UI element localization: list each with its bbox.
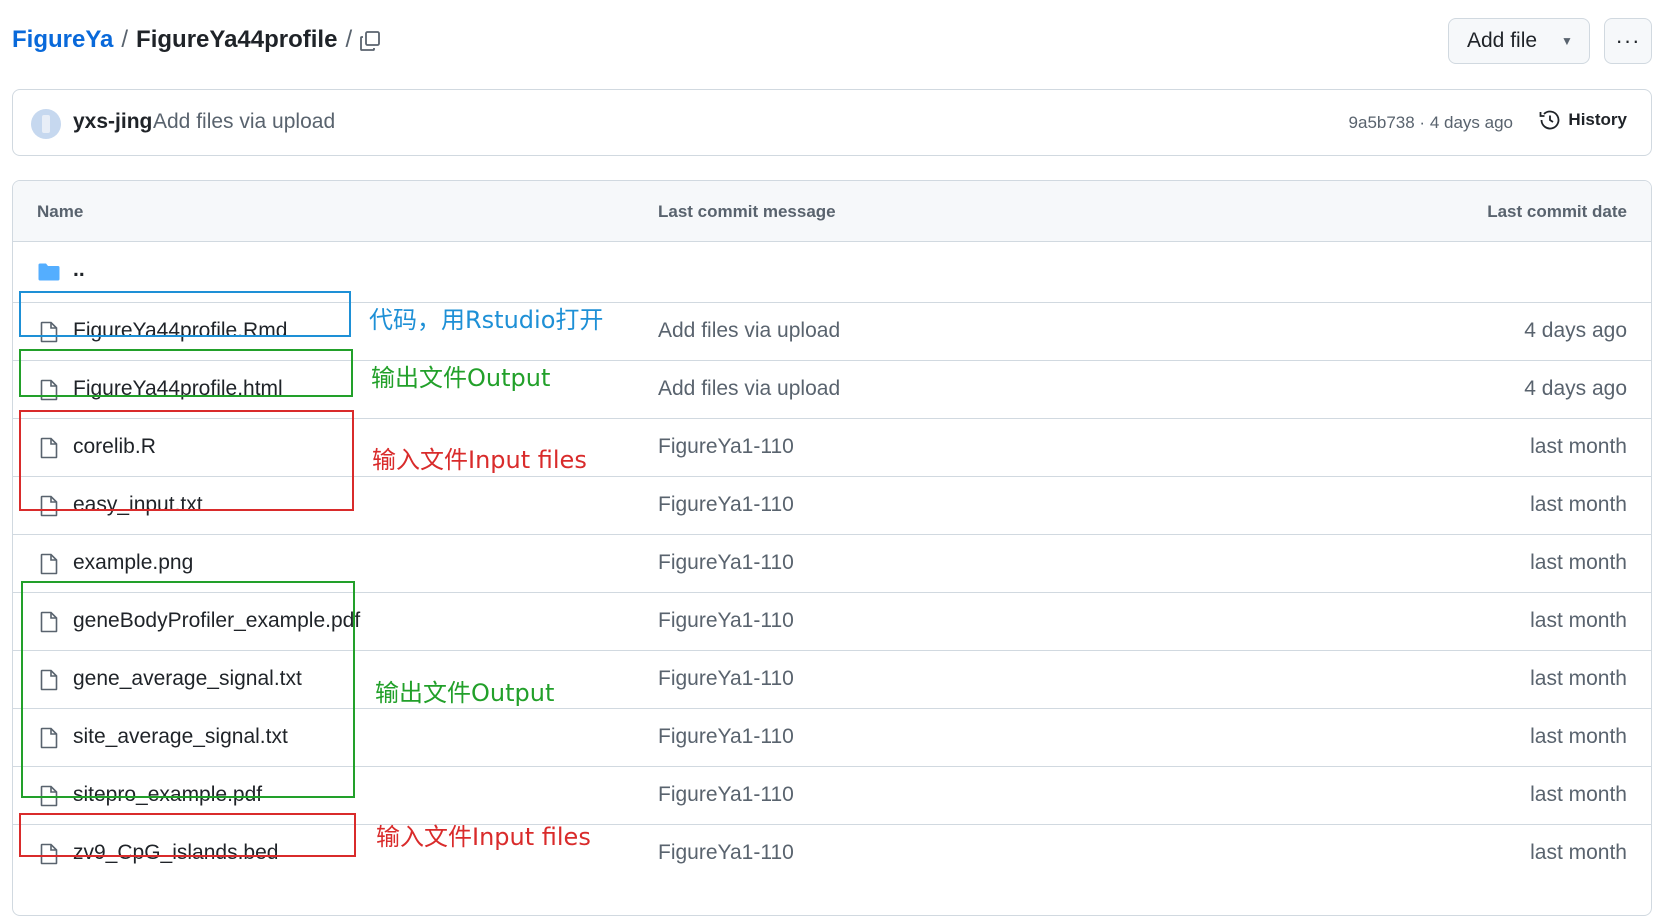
commit-message-link[interactable]: FigureYa1-110 [658, 609, 794, 633]
annotation-label-input: 输入文件Input files [372, 446, 587, 474]
commit-date: last month [1530, 493, 1627, 516]
file-icon [40, 843, 58, 865]
commit-message-link[interactable]: FigureYa1-110 [658, 783, 794, 807]
commit-message-link[interactable]: Add files via upload [658, 377, 840, 401]
commit-date: last month [1530, 667, 1627, 690]
latest-commit-bar: yxs-jing Add files via upload 9a5b738 · … [12, 89, 1652, 156]
folder-icon [38, 263, 60, 281]
table-row[interactable]: FigureYa44profile.html Add files via uplo… [13, 361, 1651, 419]
table-row[interactable]: sitepro_example.pdf FigureYa1-110 last mon… [13, 767, 1651, 825]
column-header-name: Name [37, 202, 84, 221]
table-row[interactable]: easy_input.txt FigureYa1-110 last month [13, 477, 1651, 535]
commit-message-link[interactable]: FigureYa1-110 [658, 667, 794, 691]
file-name-link[interactable]: zv9_CpG_islands.bed [73, 841, 278, 865]
copy-icon [360, 31, 380, 51]
column-header-date: Last commit date [1487, 202, 1627, 221]
add-file-button[interactable]: Add file ▼ [1448, 18, 1590, 64]
commit-message-link[interactable]: Add files via upload [658, 319, 840, 343]
file-table: Name Last commit message Last commit dat… [12, 180, 1652, 916]
table-row[interactable]: FigureYa44profile.Rmd Add files via uploa… [13, 303, 1651, 361]
more-options-button[interactable]: ··· [1604, 18, 1652, 64]
commit-date: last month [1530, 841, 1627, 864]
parent-directory-link[interactable]: .. [73, 258, 85, 282]
commit-date: last month [1530, 551, 1627, 574]
add-file-label: Add file [1467, 29, 1538, 52]
annotation-label-output: 输出文件Output [371, 364, 551, 392]
annotation-label-output: 输出文件Output [375, 679, 555, 707]
file-name-link[interactable]: FigureYa44profile.html [73, 377, 283, 401]
breadcrumb-owner-link[interactable]: FigureYa [12, 24, 113, 56]
commit-date: last month [1530, 435, 1627, 458]
annotation-label-code: 代码，用Rstudio打开 [369, 306, 604, 334]
history-label: History [1568, 110, 1627, 129]
history-button[interactable]: History [1538, 108, 1627, 132]
commit-date: last month [1530, 783, 1627, 806]
file-name-link[interactable]: gene_average_signal.txt [73, 667, 302, 691]
table-row[interactable]: gene_average_signal.txt FigureYa1-110 last… [13, 651, 1651, 709]
file-name-link[interactable]: site_average_signal.txt [73, 725, 288, 749]
file-icon [40, 669, 58, 691]
commit-message-link[interactable]: FigureYa1-110 [658, 493, 794, 517]
file-icon [40, 785, 58, 807]
kebab-horizontal-icon: ··· [1615, 28, 1641, 53]
triangle-down-icon: ▼ [1561, 34, 1573, 48]
repo-header: FigureYa / FigureYa44profile / Add file … [0, 0, 1654, 82]
annotation-label-input: 输入文件Input files [376, 823, 591, 851]
file-icon [40, 727, 58, 749]
file-name-link[interactable]: sitepro_example.pdf [73, 783, 262, 807]
table-row[interactable]: site_average_signal.txt FigureYa1-110 last… [13, 709, 1651, 767]
commit-date: 4 days ago [1524, 319, 1627, 342]
file-icon [40, 611, 58, 633]
breadcrumb-repo: FigureYa44profile [136, 26, 338, 53]
commit-sha-and-time[interactable]: 9a5b738 · 4 days ago [1349, 113, 1513, 133]
commit-message-link[interactable]: Add files via upload [153, 110, 335, 134]
column-header-message: Last commit message [658, 202, 836, 221]
avatar[interactable] [31, 109, 61, 139]
file-icon [40, 437, 58, 459]
file-icon [40, 553, 58, 575]
commit-message-link[interactable]: FigureYa1-110 [658, 725, 794, 749]
commit-message-link[interactable]: FigureYa1-110 [658, 435, 794, 459]
commit-date: 4 days ago [1524, 377, 1627, 400]
file-icon [40, 495, 58, 517]
commit-message-link[interactable]: FigureYa1-110 [658, 841, 794, 865]
table-row[interactable]: corelib.R FigureYa1-110 last month [13, 419, 1651, 477]
file-icon [40, 321, 58, 343]
breadcrumb: FigureYa / FigureYa44profile / [12, 24, 360, 56]
file-name-link[interactable]: easy_input.txt [73, 493, 203, 517]
table-header: Name Last commit message Last commit dat… [13, 181, 1651, 242]
commit-author-link[interactable]: yxs-jing [73, 110, 152, 134]
copy-path-button[interactable] [356, 27, 384, 55]
breadcrumb-separator: / [121, 26, 129, 53]
table-row[interactable]: example.png FigureYa1-110 last month [13, 535, 1651, 593]
commit-message-link[interactable]: FigureYa1-110 [658, 551, 794, 575]
parent-directory-row[interactable]: .. [13, 242, 1651, 303]
breadcrumb-separator: / [345, 26, 353, 53]
file-name-link[interactable]: geneBodyProfiler_example.pdf [73, 609, 360, 633]
file-name-link[interactable]: FigureYa44profile.Rmd [73, 319, 287, 343]
file-name-link[interactable]: corelib.R [73, 435, 156, 459]
table-row[interactable]: geneBodyProfiler_example.pdf FigureYa1-11… [13, 593, 1651, 651]
commit-date: last month [1530, 725, 1627, 748]
commit-date: last month [1530, 609, 1627, 632]
history-icon [1540, 110, 1560, 130]
file-icon [40, 379, 58, 401]
file-name-link[interactable]: example.png [73, 551, 193, 575]
table-row[interactable]: zv9_CpG_islands.bed FigureYa1-110 last mon… [13, 825, 1651, 883]
